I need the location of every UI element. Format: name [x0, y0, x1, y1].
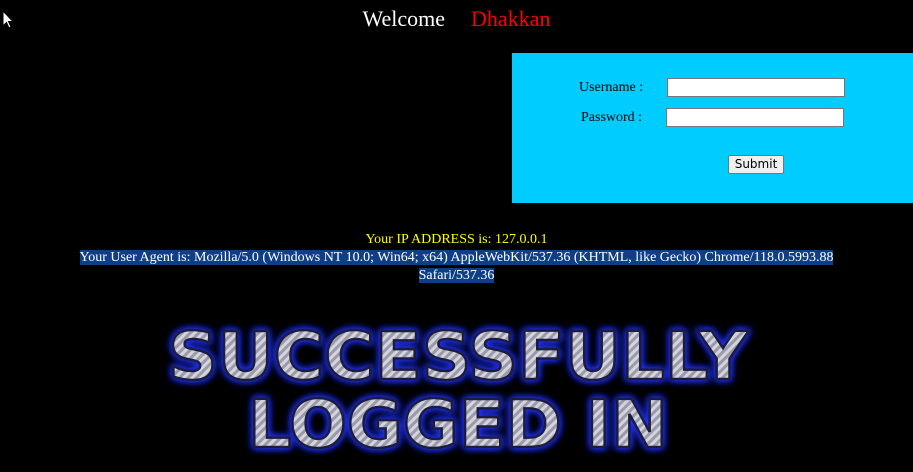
- password-input[interactable]: [666, 108, 844, 127]
- user-agent-line-1: Your User Agent is: Mozilla/5.0 (Windows…: [79, 250, 834, 265]
- welcome-label: Welcome: [362, 6, 446, 31]
- username-label: Username :: [579, 80, 644, 95]
- page: Welcome Dhakkan Username : Password : Sub…: [0, 0, 913, 472]
- password-row: Password :: [512, 108, 913, 130]
- banner-line-1: SUCCESSFULLY: [168, 318, 749, 395]
- success-banner-image: SUCCESSFULLY LOGGED IN: [167, 317, 751, 465]
- password-label: Password :: [581, 110, 643, 125]
- welcome-header: Welcome Dhakkan: [0, 6, 913, 32]
- user-name: Dhakkan: [471, 6, 551, 31]
- username-input[interactable]: [667, 78, 845, 97]
- banner-line-2: LOGGED IN: [248, 386, 668, 463]
- login-panel: Username : Password : Submit: [512, 53, 913, 203]
- user-agent-line-2: Safari/537.36: [418, 268, 495, 283]
- ip-address-text: Your IP ADDRESS is: 127.0.0.1: [365, 232, 548, 247]
- submit-button[interactable]: Submit: [728, 155, 784, 174]
- username-row: Username :: [512, 78, 913, 100]
- user-agent-text: Your User Agent is: Mozilla/5.0 (Windows…: [0, 249, 913, 285]
